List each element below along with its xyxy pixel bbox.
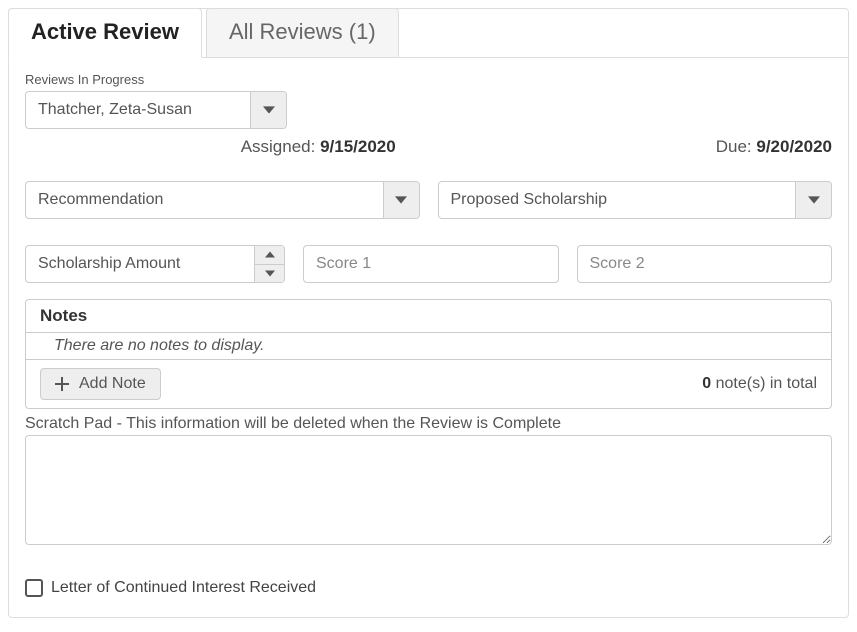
scratch-pad-label: Scratch Pad - This information will be d… <box>25 415 832 433</box>
tab-label: Active Review <box>31 19 179 44</box>
notes-section: Notes There are no notes to display. Add… <box>25 299 832 409</box>
notes-empty-message: There are no notes to display. <box>26 333 831 360</box>
assigned-value: 9/15/2020 <box>320 137 396 156</box>
step-down-button[interactable] <box>255 264 284 283</box>
chevron-down-icon <box>795 182 831 218</box>
reviews-in-progress-select[interactable]: Thatcher, Zeta-Susan <box>25 91 287 129</box>
note-count: 0 note(s) in total <box>702 375 817 393</box>
notes-footer: Add Note 0 note(s) in total <box>26 360 831 408</box>
add-note-label: Add Note <box>79 375 146 393</box>
tabs: Active Review All Reviews (1) <box>8 8 848 58</box>
select-value: Thatcher, Zeta-Susan <box>26 101 250 119</box>
assigned-pair: Assigned: 9/15/2020 <box>241 137 396 157</box>
loci-label: Letter of Continued Interest Received <box>51 579 316 597</box>
select-placeholder: Proposed Scholarship <box>439 191 796 209</box>
loci-row: Letter of Continued Interest Received <box>25 579 832 597</box>
add-note-button[interactable]: Add Note <box>40 368 161 400</box>
chevron-down-icon <box>383 182 419 218</box>
assignment-dates: Assigned: 9/15/2020 Due: 9/20/2020 <box>25 137 832 157</box>
stepper-buttons <box>254 246 284 282</box>
note-count-number: 0 <box>702 375 711 392</box>
select-placeholder: Recommendation <box>26 191 383 209</box>
due-label: Due: <box>716 137 757 156</box>
plus-icon <box>55 377 69 391</box>
stepper-placeholder: Scholarship Amount <box>26 246 254 282</box>
due-pair: Due: 9/20/2020 <box>716 137 832 157</box>
scholarship-amount-stepper[interactable]: Scholarship Amount <box>25 245 285 283</box>
row-amount-scores: Scholarship Amount <box>25 245 832 283</box>
scratch-pad-textarea[interactable] <box>25 435 832 545</box>
notes-header: Notes <box>26 300 831 333</box>
tab-body: Reviews In Progress Thatcher, Zeta-Susan… <box>9 57 848 617</box>
tab-label: All Reviews (1) <box>229 19 376 44</box>
due-value: 9/20/2020 <box>756 137 832 156</box>
recommendation-select[interactable]: Recommendation <box>25 181 420 219</box>
reviews-in-progress-label: Reviews In Progress <box>25 72 832 87</box>
tab-active-review[interactable]: Active Review <box>8 8 202 58</box>
chevron-down-icon <box>250 92 286 128</box>
assigned-label: Assigned: <box>241 137 320 156</box>
step-up-button[interactable] <box>255 246 284 264</box>
loci-checkbox[interactable] <box>25 579 43 597</box>
note-count-suffix: note(s) in total <box>711 375 817 392</box>
tab-all-reviews[interactable]: All Reviews (1) <box>206 8 399 58</box>
proposed-scholarship-select[interactable]: Proposed Scholarship <box>438 181 833 219</box>
score-2-input[interactable] <box>577 245 833 283</box>
row-recommendation-proposed: Recommendation Proposed Scholarship <box>25 181 832 219</box>
score-1-input[interactable] <box>303 245 559 283</box>
active-review-panel: Active Review All Reviews (1) Reviews In… <box>8 8 849 618</box>
